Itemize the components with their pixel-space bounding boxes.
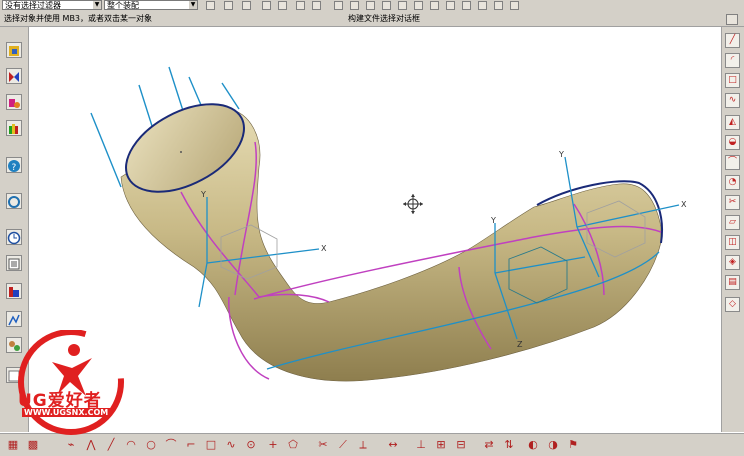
- axis-y-label: Y: [490, 216, 496, 225]
- snap-tangent-icon[interactable]: [430, 1, 439, 10]
- center-point: [180, 151, 182, 153]
- rectangle-select-icon[interactable]: [312, 1, 321, 10]
- book-icon[interactable]: ▤: [725, 275, 740, 290]
- line-icon[interactable]: ╱: [725, 33, 740, 48]
- select-edge-icon[interactable]: [296, 1, 305, 10]
- quick-trim-icon[interactable]: ✂: [316, 438, 330, 452]
- circle-icon[interactable]: ○: [144, 438, 158, 452]
- spline-icon[interactable]: ∿: [725, 93, 740, 108]
- offset-curve-icon[interactable]: ⬠: [286, 438, 300, 452]
- axis-z-label: Z: [517, 340, 523, 349]
- status-message: 构建文件选择对话框: [348, 14, 420, 23]
- offset-icon[interactable]: ▱: [725, 215, 740, 230]
- status-toggle-icon[interactable]: [726, 14, 738, 25]
- help-icon[interactable]: ?: [6, 157, 22, 173]
- history-icon[interactable]: [6, 193, 22, 209]
- graphics-window[interactable]: Y X Y Z Y X: [29, 27, 722, 433]
- cue-prompt: 选择对象并使用 MB3，或者双击某一对象: [4, 14, 153, 23]
- svg-text:?: ?: [12, 163, 17, 173]
- alternate-solution-icon[interactable]: ⇅: [502, 438, 516, 452]
- revolve-icon[interactable]: ◒: [725, 135, 740, 150]
- pipe-model-view[interactable]: Y X Y Z Y X: [29, 27, 722, 433]
- axis-x-label: X: [681, 200, 687, 209]
- extrude-icon[interactable]: ◭: [725, 115, 740, 130]
- snap-quadrant-icon[interactable]: [446, 1, 455, 10]
- snap-arc-center-icon[interactable]: [398, 1, 407, 10]
- chamfer-icon[interactable]: ⌐: [184, 438, 198, 452]
- rectangle-icon[interactable]: □: [204, 438, 218, 452]
- analysis-icon[interactable]: [6, 311, 22, 327]
- point-icon[interactable]: +: [266, 438, 280, 452]
- axis-y-label: Y: [200, 190, 206, 199]
- feature-icon[interactable]: ◇: [725, 297, 740, 312]
- cue-line: 选择对象并使用 MB3，或者双击某一对象 构建文件选择对话框: [0, 12, 744, 27]
- snap-midpoint-icon[interactable]: [350, 1, 359, 10]
- dimension-icon[interactable]: ↔: [386, 438, 400, 452]
- constraint-icon[interactable]: [6, 68, 22, 84]
- trim-icon[interactable]: ✂: [725, 195, 740, 210]
- clock-icon[interactable]: [6, 229, 22, 245]
- show-constraints-icon[interactable]: ⊟: [454, 438, 468, 452]
- quick-extend-icon[interactable]: ⟋: [336, 438, 350, 452]
- sweep-icon[interactable]: ⌒: [725, 155, 740, 170]
- fillet-icon[interactable]: ⌒: [164, 438, 178, 452]
- ellipse-icon[interactable]: ⊙: [244, 438, 258, 452]
- rectangle-icon[interactable]: □: [725, 73, 740, 88]
- assembly-scope-value: 整个装配: [107, 1, 139, 10]
- snap-bounded-icon[interactable]: [510, 1, 519, 10]
- snap-control-icon[interactable]: [382, 1, 391, 10]
- snap-intersection-icon[interactable]: [462, 1, 471, 10]
- snap-on-face-icon[interactable]: [494, 1, 503, 10]
- arc-icon[interactable]: ◜: [725, 53, 740, 68]
- chevron-down-icon[interactable]: ▼: [93, 1, 101, 9]
- snap-endpoint-icon[interactable]: [334, 1, 343, 10]
- snap-icon[interactable]: [224, 1, 233, 10]
- constraint-icon[interactable]: ⊥: [414, 438, 428, 452]
- convert-reference-icon[interactable]: ⇄: [482, 438, 496, 452]
- selection-filter-combo[interactable]: 没有选择过滤器 ▼: [2, 0, 102, 10]
- measure-icon[interactable]: [6, 283, 22, 299]
- make-corner-icon[interactable]: ⟂: [356, 438, 370, 452]
- selection-filter-value: 没有选择过滤器: [5, 1, 61, 10]
- axis-x-label: X: [321, 244, 327, 253]
- axis-y-label: Y: [558, 150, 564, 159]
- assembly-icon[interactable]: [6, 42, 22, 58]
- logo-url: WWW.UGSNX.COM: [22, 408, 111, 417]
- snap-line-icon[interactable]: [366, 1, 375, 10]
- select-general-icon[interactable]: [206, 1, 215, 10]
- chevron-down-icon[interactable]: ▼: [189, 1, 197, 9]
- analyze-icon[interactable]: ◐: [526, 438, 540, 452]
- select-body-icon[interactable]: [262, 1, 271, 10]
- select-face-icon[interactable]: [278, 1, 287, 10]
- blend-icon[interactable]: ◔: [725, 175, 740, 190]
- snap-circle-icon[interactable]: [414, 1, 423, 10]
- finish-sketch-icon[interactable]: ⚑: [566, 438, 580, 452]
- watermark-logo: UG爱好者 WWW.UGSNX.COM: [12, 329, 130, 448]
- move-cursor-icon: [403, 194, 423, 214]
- snap-point-on-curve-icon[interactable]: [478, 1, 487, 10]
- animate-icon[interactable]: ◑: [546, 438, 560, 452]
- auto-constrain-icon[interactable]: ⊞: [434, 438, 448, 452]
- right-toolbar: ╱ ◜ □ ∿ ◭ ◒ ⌒ ◔ ✂ ▱ ◫ ◈ ▤ ◇: [721, 27, 744, 432]
- filter-icon[interactable]: [242, 1, 251, 10]
- pattern-icon[interactable]: ◈: [725, 255, 740, 270]
- mirror-icon[interactable]: ◫: [725, 235, 740, 250]
- palette-icon[interactable]: [6, 120, 22, 136]
- assembly-scope-combo[interactable]: 整个装配 ▼: [104, 0, 198, 10]
- component-icon[interactable]: [6, 94, 22, 110]
- list-icon[interactable]: [6, 255, 22, 271]
- studio-spline-icon[interactable]: ∿: [224, 438, 238, 452]
